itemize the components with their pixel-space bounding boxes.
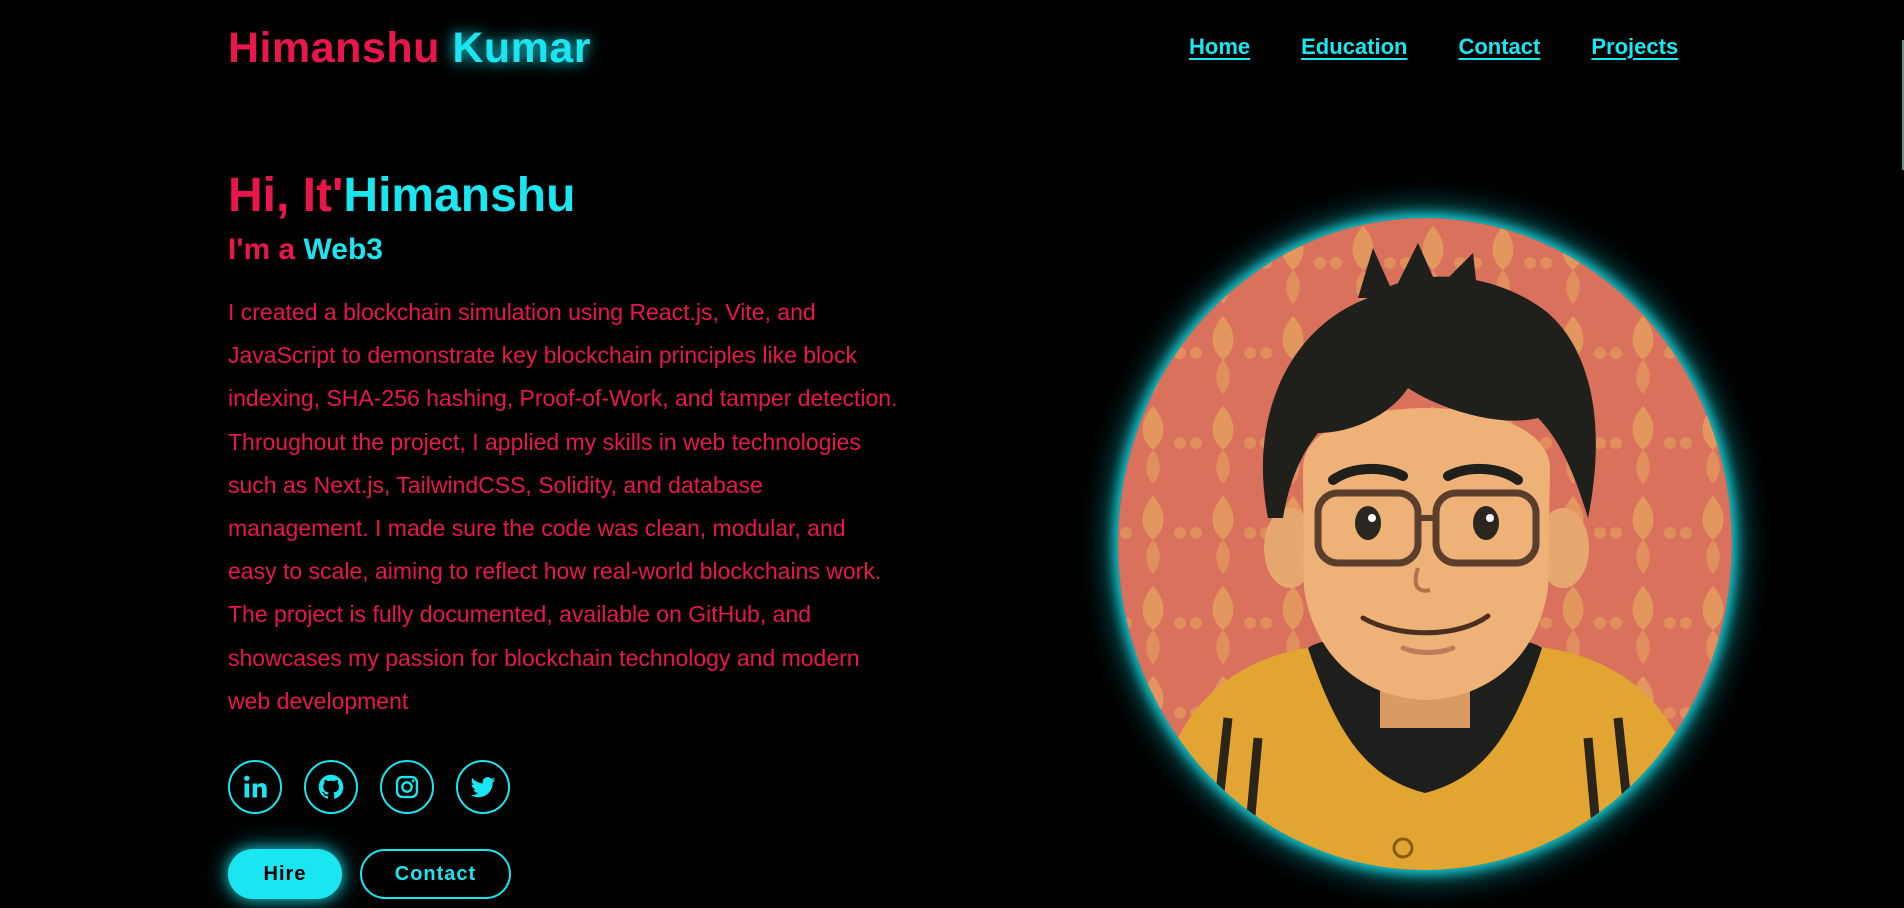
hero-greeting: Hi, It'Himanshu [228, 168, 575, 224]
twitter-link[interactable] [456, 760, 510, 814]
github-link[interactable] [304, 760, 358, 814]
github-icon [318, 774, 344, 799]
nav-home-link[interactable]: Home [1189, 30, 1250, 64]
twitter-icon [470, 777, 496, 798]
role-prefix: I'm a [228, 233, 296, 266]
nav-education-link[interactable]: Education [1301, 30, 1407, 64]
avatar-illustration [1118, 218, 1732, 870]
logo-last-name: Kumar [452, 24, 592, 72]
hero-role: I'm a Web3 [228, 230, 383, 270]
greeting-prefix: Hi, It' [228, 169, 344, 222]
hire-button[interactable]: Hire [228, 849, 342, 899]
social-links [228, 760, 510, 814]
instagram-link[interactable] [380, 760, 434, 814]
nav-projects-link[interactable]: Projects [1591, 30, 1678, 64]
linkedin-icon [244, 775, 267, 798]
greeting-name: Himanshu [343, 169, 576, 222]
nav-contact-link[interactable]: Contact [1458, 30, 1540, 64]
instagram-icon [395, 775, 419, 799]
main-nav: Home Education Contact Projects [1189, 30, 1678, 64]
page: Himanshu Kumar Home Education Contact Pr… [0, 0, 1904, 908]
role-value: Web3 [303, 233, 383, 266]
contact-button[interactable]: Contact [360, 849, 511, 899]
profile-avatar [1118, 218, 1732, 870]
site-logo[interactable]: Himanshu Kumar [228, 22, 591, 74]
linkedin-link[interactable] [228, 760, 282, 814]
about-paragraph: I created a blockchain simulation using … [228, 299, 898, 714]
logo-first-name: Himanshu [228, 24, 440, 72]
